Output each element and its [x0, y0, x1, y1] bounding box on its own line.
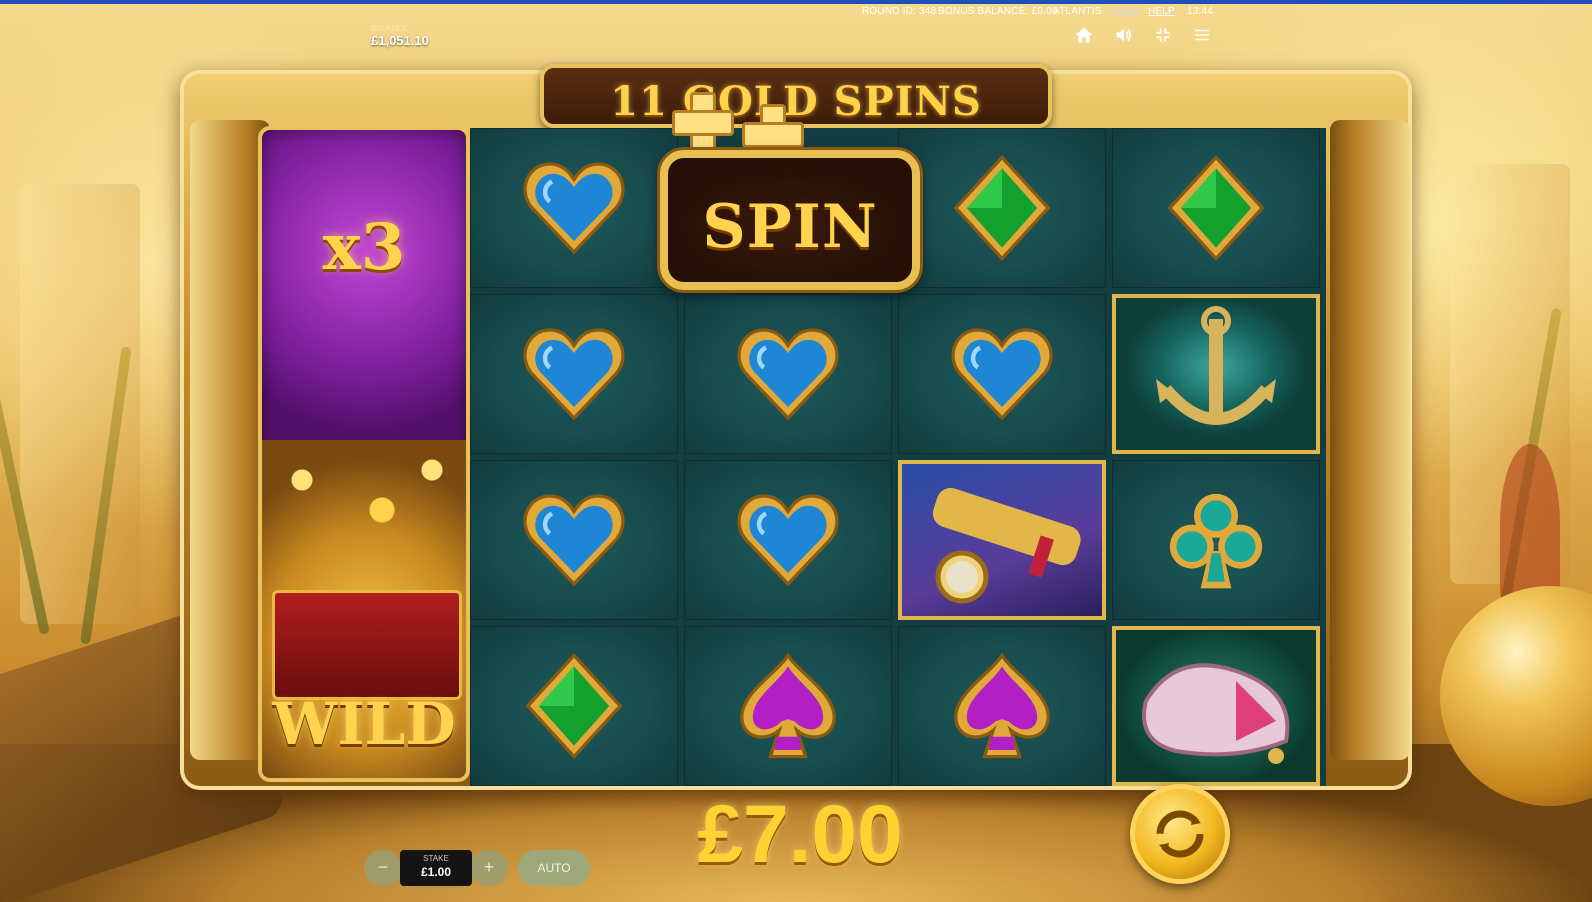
anchor-symbol-icon [1116, 298, 1316, 450]
heart-symbol-icon [519, 485, 629, 595]
help-link[interactable]: HELP [1148, 6, 1175, 17]
fullscreen-exit-icon[interactable] [1152, 24, 1174, 46]
reel-cell [684, 626, 892, 786]
reel-cell [1112, 460, 1320, 620]
bonus-balance: BONUS BALANCE: £0.00 [938, 6, 1058, 17]
reel-cell [470, 626, 678, 786]
menu-icon[interactable] [1191, 24, 1213, 46]
reel-cell [684, 460, 892, 620]
reel-cell [1112, 626, 1320, 786]
reel-cell [898, 460, 1106, 620]
telescope-symbol-icon [902, 464, 1102, 616]
heart-symbol-icon [519, 153, 629, 263]
reel-cell [1112, 128, 1320, 288]
sound-icon[interactable] [1113, 24, 1135, 46]
reel-cell [898, 128, 1106, 288]
pays-link[interactable]: PAYS [1112, 6, 1138, 17]
reel-cell [1112, 294, 1320, 454]
balance-label: BALANCE [371, 24, 409, 33]
reel-cell [470, 128, 678, 288]
reel-cell [470, 460, 678, 620]
clock: 13:44 [1187, 6, 1214, 17]
balance-value: £1,051.10 [371, 33, 429, 48]
diamond-symbol-icon [947, 153, 1057, 263]
heart-symbol-icon [947, 319, 1057, 429]
spade-symbol-icon [733, 651, 843, 761]
game-name: ATLANTIS [1053, 6, 1102, 17]
plus-icon [672, 92, 734, 154]
extra-spin-label: SPIN [702, 192, 878, 262]
wild-label: WILD [272, 690, 456, 758]
stake-display: STAKE £1.00 [400, 850, 472, 886]
stake-increase-button[interactable]: + [470, 850, 508, 886]
reel-cell [684, 294, 892, 454]
stake-control: − + STAKE £1.00 [364, 850, 508, 886]
diamond-symbol-icon [519, 651, 629, 761]
spin-button[interactable] [1130, 784, 1230, 884]
wild-multiplier: x3 [322, 210, 406, 285]
frame-pillar-right [1330, 120, 1410, 760]
heart-symbol-icon [519, 319, 629, 429]
status-bar: ROUND ID: 348 BONUS BALANCE: £0.00 ATLAN… [0, 4, 1592, 22]
home-icon[interactable] [1073, 24, 1095, 46]
stake-value: £1.00 [420, 865, 452, 879]
shell-symbol-icon [1116, 630, 1316, 782]
club-symbol-icon [1161, 485, 1271, 595]
spade-symbol-icon [947, 651, 1057, 761]
reel-cell [898, 294, 1106, 454]
heart-symbol-icon [733, 485, 843, 595]
stake-label: STAKE [423, 854, 449, 863]
spin-arrows-icon [1156, 810, 1204, 858]
extra-spin-symbol: SPIN [660, 150, 920, 290]
treasure-chest [272, 590, 462, 700]
autoplay-button[interactable]: AUTO [518, 850, 590, 886]
heart-symbol-icon [733, 319, 843, 429]
wild-reel: x3 WILD [258, 126, 470, 782]
reel-cell [898, 626, 1106, 786]
coral [1500, 444, 1560, 604]
diamond-symbol-icon [1161, 153, 1271, 263]
stake-decrease-button[interactable]: − [364, 850, 402, 886]
round-id: ROUND ID: 348 [862, 6, 937, 17]
reel-cell [470, 294, 678, 454]
win-amount: £7.00 [697, 789, 903, 880]
